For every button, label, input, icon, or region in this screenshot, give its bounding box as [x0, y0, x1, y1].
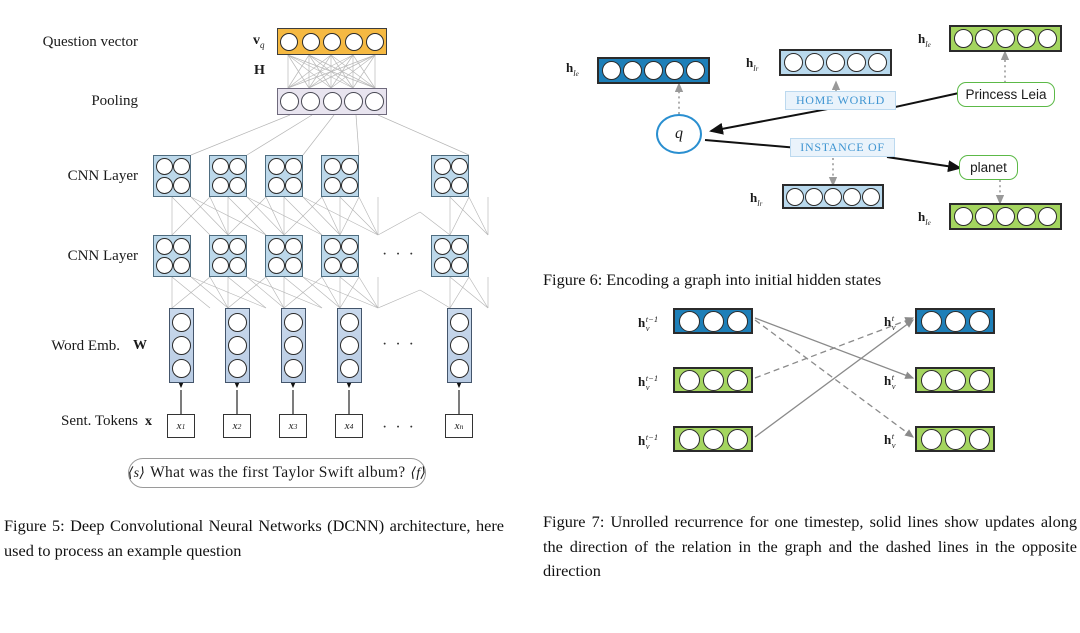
- pooling-unit: [322, 92, 342, 111]
- fig5-cnn-block-upper: [431, 155, 469, 197]
- fig5-token-box: x4: [335, 414, 363, 438]
- fig5-wemb-to-cnn2-edges: [171, 276, 489, 309]
- fig5-row-label-word-emb: Word Emb.: [51, 338, 120, 354]
- fig5-cnn-block-upper: [209, 155, 247, 197]
- fig6-label-h-le-planet: hle: [918, 209, 931, 227]
- fig5-cnn2-to-cnn1-edges: [171, 196, 489, 236]
- fig5-symbol-W: W: [133, 338, 147, 353]
- fig5-cnn-block-lower: [321, 235, 359, 277]
- fig6-relation-vector-homeworld: [779, 49, 892, 76]
- fig5-row-label-question-vector: Question vector: [42, 34, 138, 50]
- fig6-query-entity-vector: [597, 57, 710, 84]
- fig7-right-state-3: [915, 426, 995, 452]
- fig7-right-state-1: [915, 308, 995, 334]
- fig5-question-vector-bar: [277, 28, 387, 55]
- qvec-unit: [366, 32, 384, 51]
- fig5-word-embedding: [169, 308, 194, 383]
- fig6-label-h-le-leia: hle: [918, 31, 931, 49]
- fig5-token-box: xn: [445, 414, 473, 438]
- qvec-unit: [301, 32, 320, 51]
- sentence-start-tag: ⟨s⟩: [127, 465, 146, 481]
- qvec-unit: [323, 32, 341, 51]
- fig7-label-left-1: h t−1 v: [638, 314, 659, 334]
- sentence-text: What was the first Taylor Swift album?: [150, 464, 406, 481]
- pooling-unit: [301, 92, 321, 111]
- fig6-relation-chip-instance-of: INSTANCE OF: [790, 138, 895, 157]
- fig5-word-embedding: [337, 308, 362, 383]
- fig5-example-question-bubble: ⟨s⟩ What was the first Taylor Swift albu…: [128, 458, 426, 488]
- fig7-label-left-2: h t−1 v: [638, 373, 659, 393]
- figure7-caption: Figure 7: Unrolled recurrence for one ti…: [543, 512, 1077, 580]
- fig6-entity-node-princess-leia: Princess Leia: [957, 82, 1055, 107]
- fig5-token-row-ellipsis: · · ·: [382, 419, 416, 436]
- fig7-left-state-3: [673, 426, 753, 452]
- fig7-label-right-3: htv: [884, 431, 896, 451]
- fig5-cnn-row-ellipsis: · · ·: [382, 246, 416, 263]
- fig5-token-box: x3: [279, 414, 307, 438]
- fig5-symbol-question-vector: vq: [253, 33, 265, 50]
- fig7-label-left-3: h t−1 v: [638, 432, 659, 452]
- fig5-wemb-row-ellipsis: · · ·: [382, 336, 416, 353]
- fig7-left-state-1: [673, 308, 753, 334]
- fig5-cnn-block-upper: [153, 155, 191, 197]
- fig5-row-label-cnn-layer-1: CNN Layer: [67, 248, 138, 264]
- fig5-symbol-x: x: [145, 414, 152, 429]
- qvec-unit: [344, 32, 363, 51]
- fig6-relation-vector-instanceof: [782, 184, 884, 209]
- fig5-token-box: x1: [167, 414, 195, 438]
- fig6-entity-node-planet: planet: [959, 155, 1018, 180]
- fig6-entity-vector-planet: [949, 203, 1062, 230]
- fig5-pooling-bar: [277, 88, 387, 115]
- fig5-cnn-block-lower: [153, 235, 191, 277]
- fig5-cnn-block-lower: [265, 235, 303, 277]
- fig5-row-label-cnn-layer-2: CNN Layer: [67, 168, 138, 184]
- fig5-cnn-block-upper: [265, 155, 303, 197]
- fig6-entity-vector-leia: [949, 25, 1062, 52]
- fig5-symbol-H: H: [254, 63, 265, 78]
- fig5-H-edges: [287, 54, 376, 89]
- fig5-word-embedding: [281, 308, 306, 383]
- fig6-label-h-lr-instanceof: hlr: [750, 190, 763, 208]
- fig6-query-node: q: [656, 114, 702, 154]
- fig5-token-box: x2: [223, 414, 251, 438]
- fig5-row-label-sent-tokens: Sent. Tokens: [60, 413, 138, 429]
- figure5-caption: Figure 5: Deep Convolutional Neural Netw…: [4, 516, 504, 560]
- fig5-cnn-block-upper: [321, 155, 359, 197]
- fig7-label-right-1: htv: [884, 313, 896, 333]
- fig5-token-arrows: [178, 381, 462, 414]
- fig6-relation-chip-home-world: HOME WORLD: [785, 91, 896, 110]
- fig5-cnn-block-lower: [209, 235, 247, 277]
- fig7-right-state-2: [915, 367, 995, 393]
- pooling-unit: [343, 92, 363, 111]
- figures-page: Question vector Pooling CNN Layer CNN La…: [0, 0, 1080, 633]
- fig5-row-label-pooling: Pooling: [91, 93, 138, 109]
- fig7-label-right-2: htv: [884, 372, 896, 392]
- fig6-label-h-lr-homeworld: hlr: [746, 55, 759, 73]
- fig5-word-embedding: [447, 308, 472, 383]
- fig5-cnn-block-lower: [431, 235, 469, 277]
- fig6-label-h-le-query: hle: [566, 60, 579, 78]
- pooling-unit: [280, 92, 299, 111]
- sentence-end-tag: ⟨f⟩: [410, 465, 427, 481]
- fig5-word-embedding: [225, 308, 250, 383]
- qvec-unit: [280, 32, 298, 51]
- figure6-caption: Figure 6: Encoding a graph into initial …: [543, 270, 882, 289]
- fig7-left-state-2: [673, 367, 753, 393]
- pooling-unit: [365, 92, 384, 111]
- fig5-pooling-edges: [190, 114, 470, 156]
